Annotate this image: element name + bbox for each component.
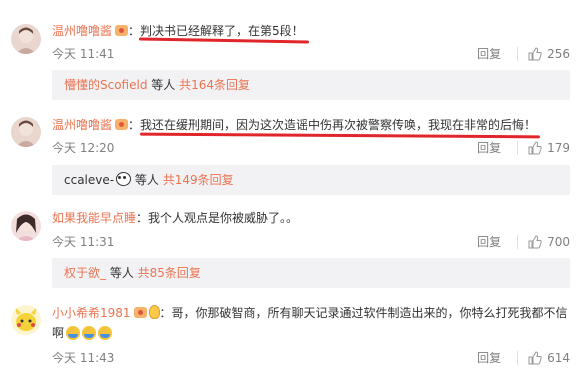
reply-count-link[interactable]: 共164条回复 bbox=[179, 78, 250, 92]
like-count: 256 bbox=[547, 46, 570, 61]
comment-actions: 回复 179 bbox=[477, 139, 570, 156]
like-count: 700 bbox=[547, 234, 570, 249]
reply-button[interactable]: 回复 bbox=[477, 45, 501, 62]
comment-time: 今天 11:41 bbox=[52, 47, 115, 61]
avatar[interactable] bbox=[11, 24, 41, 54]
username-link[interactable]: 温州噜噜酱 bbox=[52, 118, 112, 132]
reply-button[interactable]: 回复 bbox=[477, 349, 501, 366]
divider bbox=[517, 140, 519, 155]
thumbs-up-icon[interactable] bbox=[528, 350, 542, 365]
avatar[interactable] bbox=[11, 305, 41, 335]
comment-text: ：哥，你那破智商，所有聊天记录通过软件制造出来的，你特么打死我都不信 bbox=[159, 306, 568, 320]
comment-time: 今天 11:43 bbox=[52, 351, 115, 365]
comment-text-continued: 啊 bbox=[52, 326, 65, 340]
like-count: 614 bbox=[547, 350, 570, 365]
avatar[interactable] bbox=[11, 117, 41, 147]
comment-line: 小小希希1981 ：哥，你那破智商，所有聊天记录通过软件制造出来的，你特么打死我都… bbox=[52, 303, 570, 343]
replies-panel[interactable]: ccaleve- 等人 共149条回复 bbox=[52, 165, 570, 195]
comment-text: ：我还在缓刑期间，因为这次造谣中伤再次被警察传唤，我现在非常的后悔！ bbox=[128, 118, 537, 132]
comment-text: ：我个人观点是你被威胁了。。 bbox=[136, 211, 299, 225]
red-underline bbox=[139, 132, 541, 139]
divider bbox=[517, 46, 519, 61]
bulb-badge-icon bbox=[148, 305, 160, 319]
divider bbox=[517, 350, 519, 365]
panda-emoji-icon bbox=[116, 172, 132, 186]
laugh-cry-emoji-icon bbox=[98, 326, 113, 340]
reply-count-link[interactable]: 共85条回复 bbox=[138, 266, 201, 280]
replies-panel[interactable]: 权于欲_ 等人 共85条回复 bbox=[52, 258, 570, 288]
thumbs-up-icon[interactable] bbox=[528, 234, 542, 249]
username-link[interactable]: 如果我能早点睡 bbox=[52, 211, 136, 225]
username-link[interactable]: 小小希希1981 bbox=[52, 306, 131, 320]
reply-mid-text: 等人 bbox=[106, 266, 138, 280]
reply-mid-text: 等人 bbox=[131, 173, 163, 187]
reply-user-link[interactable]: 权于欲_ bbox=[64, 266, 106, 280]
reply-button[interactable]: 回复 bbox=[477, 139, 501, 156]
reply-user-link[interactable]: ccaleve- bbox=[64, 173, 114, 187]
vip-badge-icon bbox=[115, 119, 129, 130]
comment-text: ：判决书已经解释了，在第5段！ bbox=[128, 24, 304, 38]
comment-line: 温州噜噜酱 ：判决书已经解释了，在第5段！ bbox=[52, 22, 570, 39]
laugh-cry-emoji-icon bbox=[82, 326, 97, 340]
reply-button[interactable]: 回复 bbox=[477, 233, 501, 250]
comment-time: 今天 11:31 bbox=[52, 235, 115, 249]
comment-time: 今天 12:20 bbox=[52, 141, 115, 155]
username-link[interactable]: 温州噜噜酱 bbox=[52, 24, 112, 38]
avatar[interactable] bbox=[11, 211, 41, 241]
like-count: 179 bbox=[547, 140, 570, 155]
divider bbox=[517, 234, 519, 249]
comment-line: 温州噜噜酱 ：我还在缓刑期间，因为这次造谣中伤再次被警察传唤，我现在非常的后悔！ bbox=[52, 116, 570, 133]
thumbs-up-icon[interactable] bbox=[528, 46, 542, 61]
reply-count-link[interactable]: 共149条回复 bbox=[163, 173, 234, 187]
replies-panel[interactable]: 懵懂的Scofield 等人 共164条回复 bbox=[52, 70, 570, 100]
reply-mid-text: 等人 bbox=[147, 78, 180, 92]
reply-user-link[interactable]: 懵懂的Scofield bbox=[64, 78, 147, 92]
vip-badge-icon bbox=[115, 25, 129, 36]
vip-badge-icon bbox=[133, 307, 147, 318]
comment-line: 如果我能早点睡：我个人观点是你被威胁了。。 bbox=[52, 209, 570, 226]
comment-actions: 回复 256 bbox=[477, 45, 570, 62]
comment-actions: 回复 614 bbox=[477, 349, 570, 366]
comment-actions: 回复 700 bbox=[477, 233, 570, 250]
thumbs-up-icon[interactable] bbox=[528, 140, 542, 155]
laugh-cry-emoji-icon bbox=[66, 326, 81, 340]
